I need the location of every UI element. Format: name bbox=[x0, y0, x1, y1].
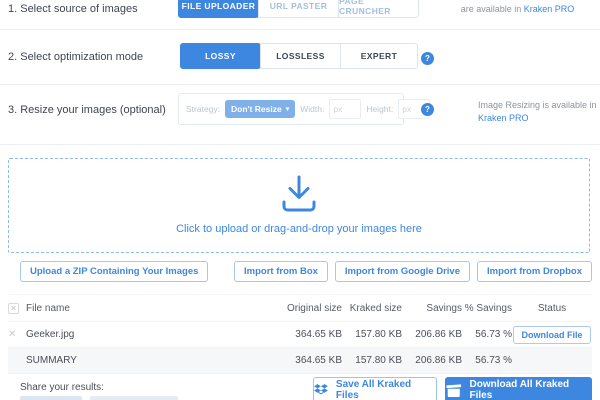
strategy-dropdown[interactable]: Don't Resize ▾ bbox=[225, 100, 295, 118]
col-pct-savings: % Savings bbox=[462, 303, 512, 314]
archive-box-icon bbox=[446, 384, 462, 397]
tab-url-paster[interactable]: URL PASTER bbox=[258, 0, 339, 18]
original-size-value: 364.65 KB bbox=[262, 329, 342, 340]
strategy-label: Strategy: bbox=[186, 104, 220, 114]
table-header-row: ✕ File name Original size Kraked size Sa… bbox=[8, 294, 592, 322]
chevron-down-icon: ▾ bbox=[286, 105, 290, 113]
col-kraked-size: Kraked size bbox=[342, 303, 402, 314]
tab-lossless[interactable]: LOSSLESS bbox=[260, 43, 341, 69]
pro-note-top-text: are available in bbox=[461, 4, 522, 14]
col-savings: Savings bbox=[402, 303, 462, 314]
download-all-button[interactable]: Download All Kraked Files bbox=[445, 377, 592, 400]
share-results-label: Share your results: bbox=[20, 382, 104, 393]
pct-savings-value: 56.73 % bbox=[462, 329, 512, 340]
tab-page-cruncher[interactable]: PAGE CRUNCHER bbox=[338, 0, 419, 18]
tab-lossy[interactable]: LOSSY bbox=[180, 43, 261, 69]
upload-dropzone[interactable]: Click to upload or drag-and-drop your im… bbox=[8, 158, 590, 253]
kraken-optimizer-page: 1. Select source of images FILE UPLOADER… bbox=[0, 0, 600, 400]
table-row: ✕ Geeker.jpg 364.65 KB 157.80 KB 206.86 … bbox=[8, 322, 592, 348]
help-icon-resize[interactable]: ? bbox=[421, 103, 434, 116]
summary-original: 364.65 KB bbox=[262, 355, 342, 366]
remove-all-icon[interactable]: ✕ bbox=[8, 303, 19, 314]
import-buttons: Import from Box Import from Google Drive… bbox=[234, 261, 592, 282]
height-label: Height: bbox=[366, 104, 393, 114]
width-label: Width: bbox=[300, 104, 324, 114]
divider bbox=[0, 84, 600, 85]
dropzone-text: Click to upload or drag-and-drop your im… bbox=[9, 223, 589, 235]
width-input[interactable] bbox=[329, 99, 361, 119]
share-widget[interactable] bbox=[20, 396, 82, 400]
savings-value: 206.86 KB bbox=[402, 329, 462, 340]
step3-label: 3. Resize your images (optional) bbox=[8, 104, 166, 116]
summary-savings: 206.86 KB bbox=[402, 355, 462, 366]
col-original-size: Original size bbox=[262, 303, 342, 314]
divider bbox=[0, 144, 600, 145]
share-widget[interactable] bbox=[90, 396, 178, 400]
import-gdrive-button[interactable]: Import from Google Drive bbox=[335, 261, 470, 282]
strategy-value: Don't Resize bbox=[231, 104, 282, 114]
pro-note-resize: Image Resizing is available in Kraken PR… bbox=[478, 99, 597, 125]
col-status: Status bbox=[512, 303, 592, 314]
file-name: Geeker.jpg bbox=[26, 329, 262, 340]
source-tabs: FILE UPLOADER URL PASTER PAGE CRUNCHER bbox=[178, 0, 419, 18]
mode-tabs: LOSSY LOSSLESS EXPERT bbox=[180, 43, 418, 69]
download-arrow-icon bbox=[276, 174, 322, 219]
download-file-button[interactable]: Download File bbox=[513, 326, 590, 344]
save-all-button[interactable]: Save All Kraked Files bbox=[313, 377, 437, 400]
summary-kraked: 157.80 KB bbox=[342, 355, 402, 366]
kraken-pro-link[interactable]: Kraken PRO bbox=[478, 113, 529, 123]
import-box-button[interactable]: Import from Box bbox=[234, 261, 328, 282]
pro-note-top: are available in Kraken PRO bbox=[440, 3, 595, 16]
save-all-label: Save All Kraked Files bbox=[336, 379, 436, 400]
step2-label: 2. Select optimization mode bbox=[8, 51, 143, 63]
import-dropbox-button[interactable]: Import from Dropbox bbox=[477, 261, 592, 282]
remove-file-icon[interactable]: ✕ bbox=[8, 329, 26, 340]
pro-note-resize-text: Image Resizing is available in bbox=[478, 100, 597, 110]
upload-zip-button[interactable]: Upload a ZIP Containing Your Images bbox=[20, 261, 208, 282]
divider bbox=[0, 29, 600, 30]
results-table: ✕ File name Original size Kraked size Sa… bbox=[8, 294, 592, 374]
tab-file-uploader[interactable]: FILE UPLOADER bbox=[178, 0, 259, 18]
tab-expert[interactable]: EXPERT bbox=[340, 43, 418, 69]
col-file-name: File name bbox=[26, 303, 262, 314]
kraken-pro-link[interactable]: Kraken PRO bbox=[524, 4, 575, 14]
help-icon-mode[interactable]: ? bbox=[421, 52, 434, 65]
dropbox-icon bbox=[314, 384, 328, 396]
summary-label: SUMMARY bbox=[26, 355, 262, 366]
summary-pct: 56.73 % bbox=[462, 355, 512, 366]
step1-label: 1. Select source of images bbox=[8, 3, 138, 15]
resize-controls: Strategy: Don't Resize ▾ Width: Height: bbox=[178, 93, 404, 125]
kraked-size-value: 157.80 KB bbox=[342, 329, 402, 340]
summary-row: SUMMARY 364.65 KB 157.80 KB 206.86 KB 56… bbox=[8, 348, 592, 374]
download-all-label: Download All Kraked Files bbox=[470, 379, 591, 400]
